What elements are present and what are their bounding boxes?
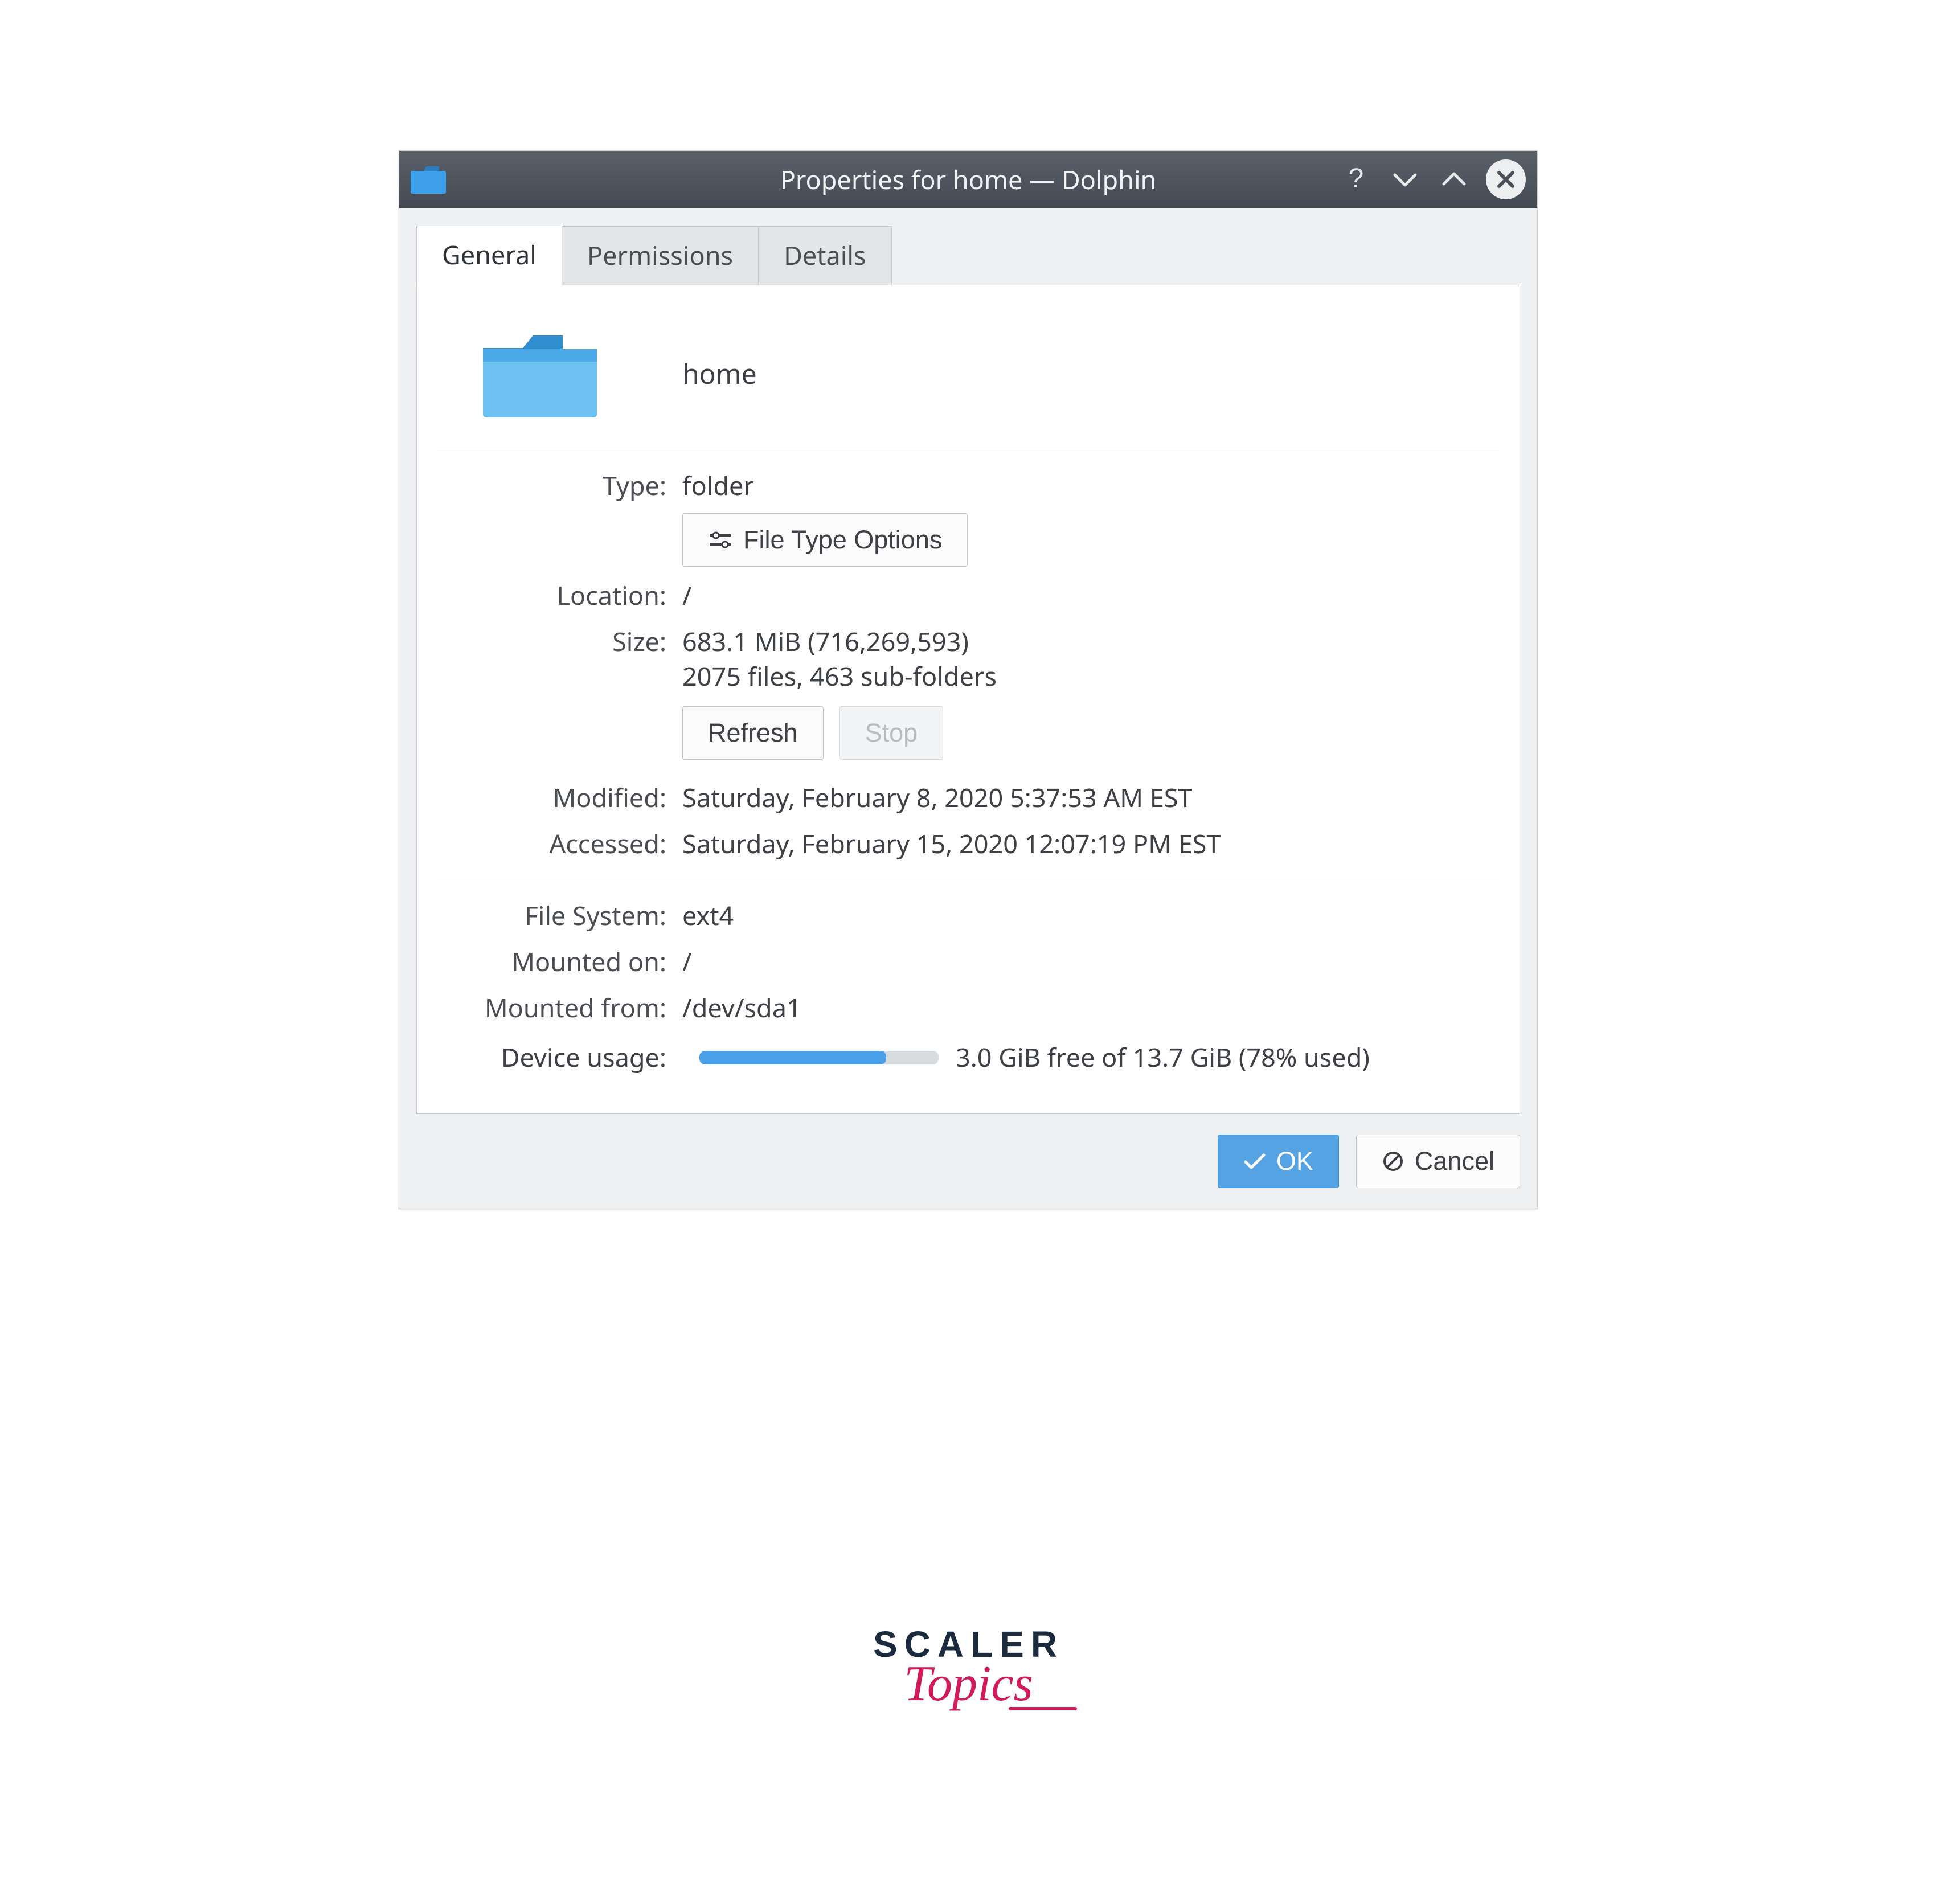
svg-text:?: ? [1349,163,1364,194]
size-line-1: 683.1 MiB (716,269,593) [682,624,1499,659]
maximize-button[interactable] [1437,162,1471,196]
mounted-from-label: Mounted from: [437,990,682,1025]
button-label: Cancel [1415,1147,1494,1176]
titlebar[interactable]: Properties for home — Dolphin ? [399,151,1537,208]
button-label: Stop [865,718,918,748]
size-line-2: 2075 files, 463 sub-folders [682,659,1499,694]
accessed-value: Saturday, February 15, 2020 12:07:19 PM … [682,826,1499,861]
tab-permissions[interactable]: Permissions [562,226,759,285]
mounted-on-label: Mounted on: [437,944,682,979]
refresh-button[interactable]: Refresh [682,706,824,760]
properties-dialog: Properties for home — Dolphin ? General [399,150,1538,1209]
location-label: Location: [437,578,682,613]
location-value: / [682,578,1499,613]
modified-value: Saturday, February 8, 2020 5:37:53 AM ES… [682,780,1499,815]
brand-logo: SCALER Topics [0,1623,1937,1713]
stop-button: Stop [839,706,944,760]
mounted-from-value: /dev/sda1 [682,990,1499,1025]
button-label: OK [1276,1147,1313,1176]
filesystem-value: ext4 [682,898,1499,933]
file-type-options-button[interactable]: File Type Options [682,513,968,567]
tabstrip: General Permissions Details [416,225,1520,285]
tab-panel-general: home Type: folder [416,285,1520,1114]
tab-details[interactable]: Details [759,226,892,285]
dialog-footer: OK Cancel [416,1114,1520,1188]
ok-button[interactable]: OK [1218,1135,1339,1188]
cancel-button[interactable]: Cancel [1356,1135,1520,1188]
type-value: folder [682,468,1499,503]
tab-label: Details [784,238,866,273]
help-button[interactable]: ? [1339,162,1373,196]
client-area: General Permissions Details home [399,208,1537,1209]
device-usage-fill [699,1051,886,1064]
type-label: Type: [437,468,682,567]
sliders-icon [708,530,733,550]
app-folder-icon [411,165,446,194]
accessed-label: Accessed: [437,826,682,861]
button-label: File Type Options [743,525,942,555]
device-usage-text: 3.0 GiB free of 13.7 GiB (78% used) [956,1040,1370,1075]
device-usage-label: Device usage: [437,1040,682,1075]
tab-general[interactable]: General [416,226,562,285]
folder-name: home [682,355,757,392]
filesystem-label: File System: [437,898,682,933]
size-label: Size: [437,624,682,760]
modified-label: Modified: [437,780,682,815]
device-usage-bar [699,1051,939,1064]
no-icon [1382,1150,1404,1173]
minimize-button[interactable] [1388,162,1422,196]
close-button[interactable] [1486,159,1526,199]
button-label: Refresh [708,718,798,748]
check-icon [1243,1152,1266,1171]
tab-label: General [442,238,537,272]
mounted-on-value: / [682,944,1499,979]
folder-icon [477,325,603,422]
brand-line-2: Topics [0,1655,1937,1713]
tab-label: Permissions [587,238,733,273]
